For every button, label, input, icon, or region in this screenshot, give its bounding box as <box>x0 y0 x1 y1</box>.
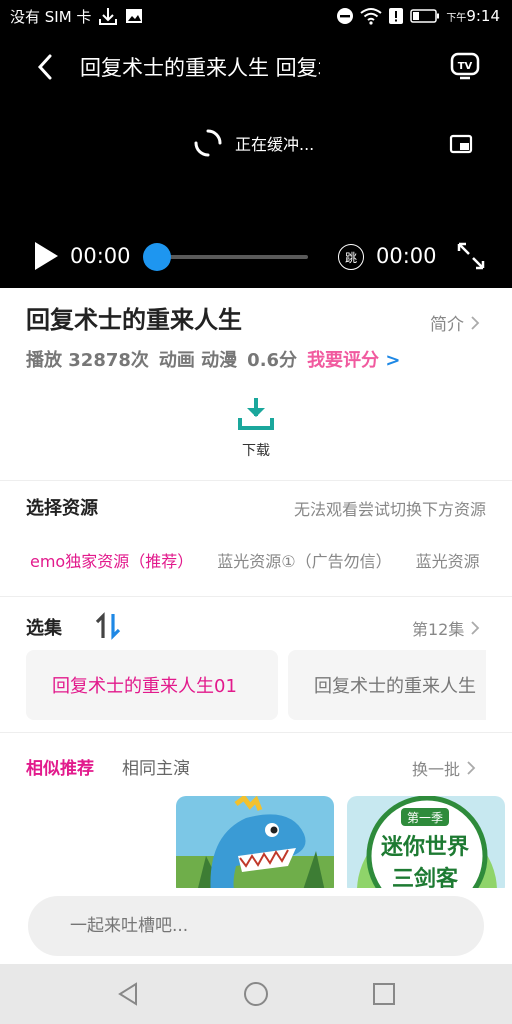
current-time: 00:00 <box>70 244 131 268</box>
download-icon <box>238 398 274 430</box>
episode-list: 回复术士的重来人生01 回复术士的重来人生 <box>26 650 486 720</box>
thumb-badge-text: 第一季 <box>407 811 443 825</box>
rate-label: 我要评分 <box>307 350 380 371</box>
tab-same-cast[interactable]: 相同主演 <box>122 754 190 779</box>
sort-icon <box>95 612 121 640</box>
skip-button[interactable]: 跳 <box>338 244 364 270</box>
fullscreen-icon <box>457 242 485 270</box>
svg-text:TV: TV <box>458 61 473 72</box>
back-button[interactable] <box>30 50 60 84</box>
sources-title: 选择资源 <box>26 498 98 519</box>
recommend-thumbnail[interactable] <box>176 796 334 888</box>
download-label: 下载 <box>242 443 270 459</box>
refresh-button[interactable]: 换一批 <box>412 756 476 780</box>
genre: 动画 动漫 <box>158 350 238 371</box>
thumb-title-text: 迷你世界 <box>380 835 469 860</box>
intro-link[interactable]: 简介 <box>430 310 480 335</box>
tv-icon: TV <box>450 52 480 80</box>
divider <box>0 480 512 481</box>
alert-icon <box>389 8 404 24</box>
chevron-left-icon <box>37 54 52 80</box>
chevron-right-icon: > <box>385 350 401 371</box>
episode-count-link[interactable]: 第12集 <box>412 616 480 640</box>
fullscreen-button[interactable] <box>455 240 487 272</box>
recommend-list: 第一季 迷你世界 三剑客 <box>176 796 512 888</box>
progress-thumb[interactable] <box>143 243 171 271</box>
download-status-icon <box>99 8 118 25</box>
total-time: 00:00 <box>376 244 437 268</box>
carrier-text: 没有 SIM 卡 <box>10 7 92 26</box>
time-prefix: 下午 <box>446 12 467 24</box>
divider <box>0 732 512 733</box>
status-bar-left: 没有 SIM 卡 <box>10 4 143 28</box>
sort-button[interactable] <box>94 612 122 640</box>
intro-label: 简介 <box>430 315 464 335</box>
play-icon <box>35 242 58 270</box>
pip-button[interactable] <box>448 132 476 158</box>
recommend-tabs: 相似推荐 相同主演 <box>26 754 190 779</box>
chevron-right-icon <box>467 761 476 775</box>
score: 0.6分 <box>247 350 298 371</box>
picture-in-picture-icon <box>449 134 473 154</box>
episodes-title: 选集 <box>26 618 62 639</box>
meta-row: 播放 32878次 动画 动漫 0.6分 我要评分 > <box>26 346 400 372</box>
episode-card[interactable]: 回复术士的重来人生01 <box>26 650 278 720</box>
thumb-subtitle-text: 三剑客 <box>392 866 459 888</box>
source-tab[interactable]: emo独家资源（推荐） <box>30 548 193 572</box>
divider <box>0 596 512 597</box>
buffering-text: 正在缓冲... <box>235 135 315 154</box>
dnd-icon <box>337 8 354 24</box>
buffering-indicator: 正在缓冲... <box>193 128 314 158</box>
video-player[interactable]: 没有 SIM 卡 下午 9:14 回复术士的重来人生 回复 TV 正在缓冲...… <box>0 0 512 288</box>
source-tab[interactable]: 蓝光资源①（广告勿信） <box>217 548 391 572</box>
play-button[interactable] <box>30 238 62 274</box>
source-tabs: emo独家资源（推荐） 蓝光资源①（广告勿信） 蓝光资源 <box>30 548 490 572</box>
comment-bar <box>0 888 512 964</box>
sources-hint: 无法观看尝试切换下方资源 <box>293 500 486 519</box>
refresh-label: 换一批 <box>412 760 461 779</box>
player-title: 回复术士的重来人生 回复术士的重 <box>80 56 320 80</box>
cast-tv-button[interactable]: TV <box>448 48 482 82</box>
rate-button[interactable]: 我要评分 > <box>307 346 400 372</box>
play-count: 播放 32878次 <box>26 350 149 371</box>
episode-card[interactable]: 回复术士的重来人生 <box>288 650 486 720</box>
dinosaur-artwork <box>176 796 334 888</box>
download-button[interactable]: 下载 <box>236 394 276 464</box>
comment-input[interactable] <box>28 896 484 956</box>
tab-similar[interactable]: 相似推荐 <box>26 754 94 779</box>
chevron-right-icon <box>471 621 480 635</box>
episode-count: 第12集 <box>412 620 465 639</box>
back-triangle-icon[interactable] <box>114 980 142 1008</box>
recommend-thumbnail[interactable]: 第一季 迷你世界 三剑客 <box>347 796 505 888</box>
mini-world-artwork: 第一季 迷你世界 三剑客 <box>347 796 505 888</box>
image-status-icon <box>126 9 143 23</box>
source-tab[interactable]: 蓝光资源 <box>416 548 480 572</box>
system-nav-bar <box>0 964 512 1024</box>
battery-icon <box>410 9 440 23</box>
recents-square-icon[interactable] <box>370 980 398 1008</box>
loading-spinner-icon <box>194 129 222 157</box>
chevron-right-icon <box>471 315 480 330</box>
home-circle-icon[interactable] <box>242 980 270 1008</box>
progress-track[interactable] <box>152 255 308 259</box>
wifi-icon <box>360 8 382 25</box>
anime-title: 回复术士的重来人生 <box>26 306 242 334</box>
status-bar-right: 下午 9:14 <box>336 4 500 28</box>
clock: 9:14 <box>466 7 500 25</box>
